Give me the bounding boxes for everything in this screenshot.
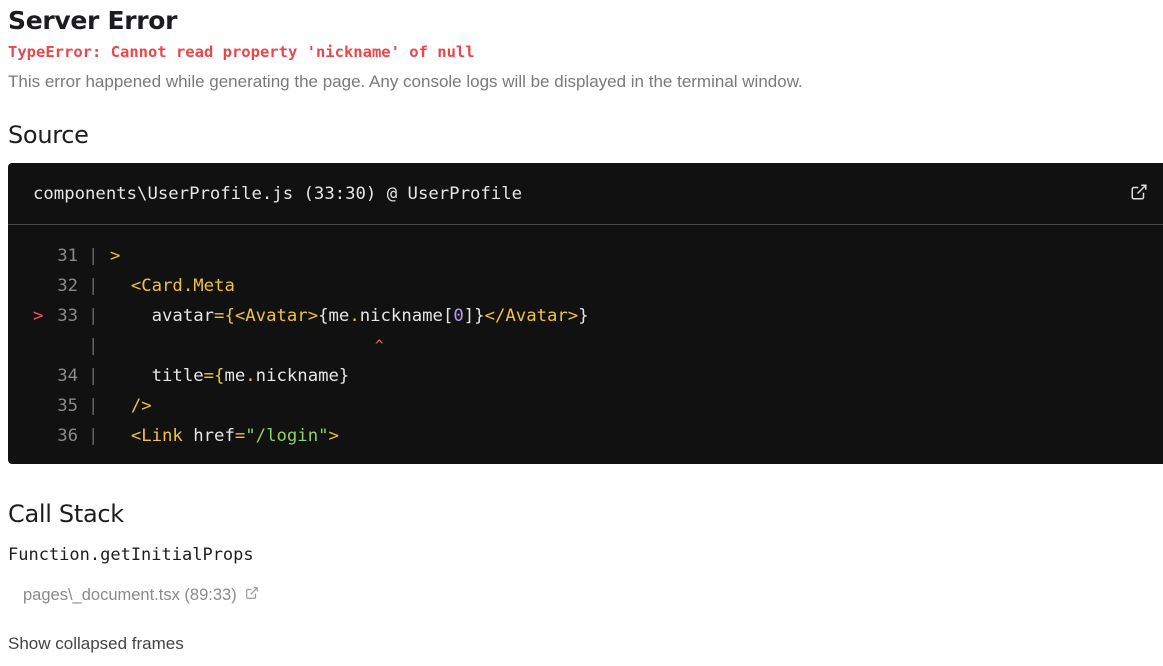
code-line: 32 | <Card.Meta	[57, 276, 235, 296]
stack-frame-location[interactable]: pages\_document.tsx (89:33)	[23, 586, 259, 605]
error-message: TypeError: Cannot read property 'nicknam…	[8, 43, 475, 61]
open-in-editor-icon[interactable]	[245, 586, 259, 605]
error-description: This error happened while generating the…	[8, 72, 803, 91]
stack-frame-function: Function.getInitialProps	[8, 545, 254, 565]
source-file-link[interactable]: components\UserProfile.js (33:30) @ User…	[33, 184, 522, 204]
open-in-editor-icon[interactable]	[1130, 183, 1148, 206]
code-line-caret: | ^	[8, 331, 1163, 361]
code-line: 35 | />	[57, 396, 152, 416]
code-line: 36 | <Link href = "/login" >	[57, 426, 339, 446]
code-line: 31 | >	[57, 246, 121, 266]
error-caret: ^	[375, 338, 384, 354]
source-code-block: components\UserProfile.js (33:30) @ User…	[8, 163, 1163, 464]
page-title: Server Error	[8, 6, 178, 35]
call-stack-heading: Call Stack	[8, 500, 124, 528]
code-line-error: >33 | avatar ={<Avatar> {me. nickname[0]} </A…	[8, 301, 1163, 331]
error-line-marker: >	[33, 306, 44, 326]
source-heading: Source	[8, 121, 89, 149]
code-line: 34 | title ={me. nickname}	[57, 366, 350, 386]
show-collapsed-frames-button[interactable]: Show collapsed frames	[8, 634, 184, 654]
